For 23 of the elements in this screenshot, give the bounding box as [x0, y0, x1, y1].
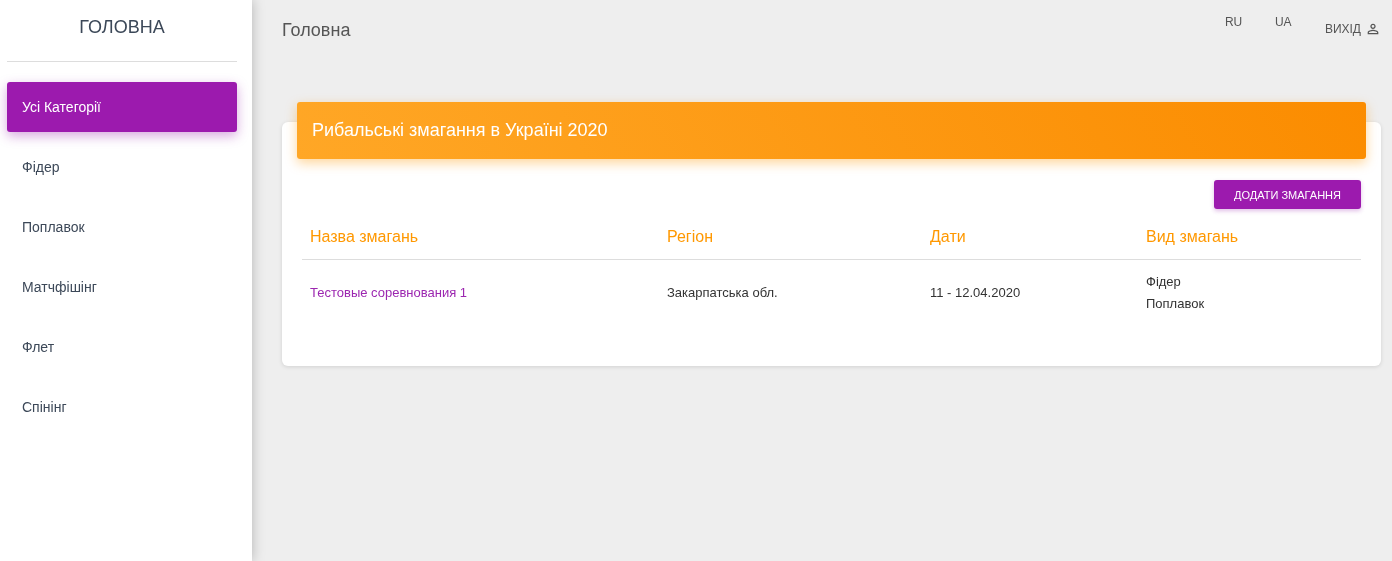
competition-link[interactable]: Тестовые соревнования 1 — [310, 285, 468, 300]
language-link[interactable]: UA — [1274, 15, 1325, 29]
column-header: Вид змагань — [1146, 228, 1240, 246]
add-competition-button[interactable]: ДОДАТИ ЗМАГАННЯ — [1214, 180, 1361, 209]
column-header: Дати — [930, 228, 967, 246]
card-header: Рибальські змагання в Україні 2020 — [297, 102, 1366, 159]
sidebar-item[interactable]: Усі Категорії — [7, 82, 237, 132]
column-header: Назва змагань — [310, 228, 420, 246]
table-cell-text: Поплавок — [1146, 296, 1206, 311]
page-title: Головна — [282, 20, 352, 41]
column-header: Регіон — [667, 228, 714, 246]
sidebar-item[interactable]: Флет — [7, 322, 237, 372]
table-cell-text: Закарпатська обл. — [667, 285, 779, 300]
sidebar-item[interactable]: Поплавок — [7, 202, 237, 252]
sidebar-item[interactable]: Фідер — [7, 142, 237, 192]
language-link[interactable]: RU — [1224, 15, 1275, 29]
person-icon — [1365, 21, 1381, 37]
logout-button[interactable]: ВИХІД — [1324, 21, 1381, 37]
sidebar-title: ГОЛОВНА — [78, 16, 166, 39]
table-cell-text: Фідер — [1146, 274, 1182, 289]
table-cell-text: 11 - 12.04.2020 — [930, 285, 1022, 300]
sidebar-item[interactable]: Матчфішінг — [7, 262, 237, 312]
sidebar-item[interactable]: Спінінг — [7, 382, 237, 432]
